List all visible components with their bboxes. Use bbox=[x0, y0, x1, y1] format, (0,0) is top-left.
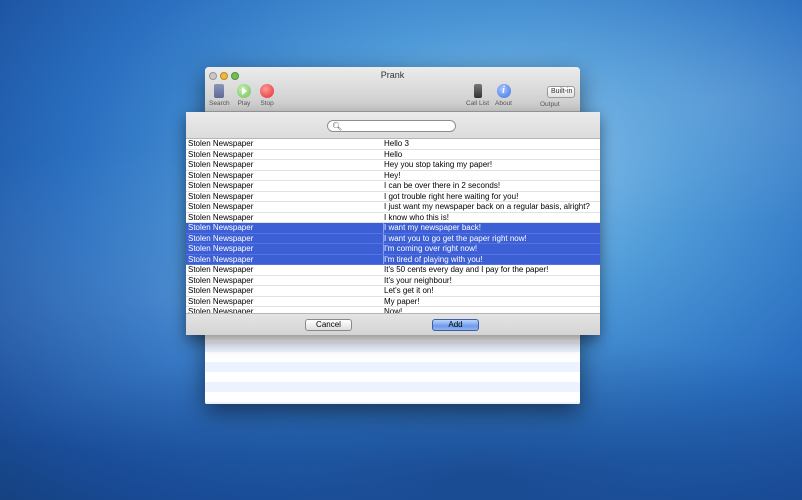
table-row[interactable]: Stolen Newspaper I can be over there in 2… bbox=[186, 181, 600, 192]
search-icon bbox=[214, 84, 225, 98]
output-label: Output bbox=[540, 101, 560, 108]
table-row[interactable]: Stolen Newspaper Hello bbox=[186, 149, 600, 160]
category-cell: Stolen Newspaper bbox=[188, 139, 254, 148]
table-row[interactable]: Stolen Newspaper I want my newspaper back… bbox=[186, 223, 600, 234]
stop-button[interactable]: Stop bbox=[260, 84, 274, 107]
magnifier-icon: 🔍︎ bbox=[332, 122, 343, 131]
window-titlebar: Prank Search Play Stop Call List i About… bbox=[205, 67, 580, 112]
category-cell: Stolen Newspaper bbox=[188, 149, 254, 159]
table-row[interactable]: Stolen Newspaper Let's get it on! bbox=[186, 286, 600, 297]
window-title: Prank bbox=[380, 70, 405, 80]
phrase-cell: Hey you stop taking my paper! bbox=[384, 160, 493, 169]
table-row[interactable]: Stolen Newspaper I got trouble right here… bbox=[186, 191, 600, 202]
table-row[interactable]: Stolen Newspaper Hello 3 bbox=[186, 139, 600, 150]
call-list-button[interactable]: Call List bbox=[466, 84, 489, 107]
phrase-table[interactable]: Stolen Newspaper Hello 3 Stolen Newspaper H… bbox=[186, 139, 600, 313]
phrase-cell: It's 50 cents every day and I pay for th… bbox=[384, 265, 549, 274]
phrase-cell: I just want my newspaper back on a regul… bbox=[384, 202, 590, 211]
phrase-cell: Hey! bbox=[384, 170, 401, 180]
phrase-picker-sheet: 🔍︎ Stolen Newspaper Hello 3 Stolen Newspap… bbox=[186, 112, 600, 335]
stop-label: Stop bbox=[260, 100, 274, 107]
category-cell: Stolen Newspaper bbox=[186, 223, 384, 233]
about-label: About bbox=[495, 100, 512, 107]
info-icon: i bbox=[496, 84, 511, 98]
category-cell: Stolen Newspaper bbox=[188, 170, 254, 180]
background-table bbox=[205, 332, 580, 404]
category-cell: Stolen Newspaper bbox=[188, 286, 254, 295]
about-button[interactable]: i About bbox=[495, 84, 512, 107]
phrase-cell: I can be over there in 2 seconds! bbox=[384, 181, 501, 190]
output-select[interactable]: Built-in O... bbox=[547, 86, 575, 98]
phrase-cell: It's your neighbour! bbox=[384, 275, 452, 285]
phrase-cell: Hello 3 bbox=[384, 139, 409, 148]
table-row[interactable]: Stolen Newspaper My paper! bbox=[186, 296, 600, 307]
category-cell: Stolen Newspaper bbox=[188, 160, 254, 169]
category-cell: Stolen Newspaper bbox=[186, 233, 384, 243]
table-row[interactable]: Stolen Newspaper I'm coming over right no… bbox=[186, 244, 600, 255]
table-row[interactable]: Stolen Newspaper I'm tired of playing wit… bbox=[186, 254, 600, 265]
table-row[interactable]: Stolen Newspaper I want you to go get the… bbox=[186, 233, 600, 244]
table-row[interactable]: Stolen Newspaper I just want my newspaper… bbox=[186, 202, 600, 213]
stop-icon bbox=[260, 84, 274, 98]
play-icon bbox=[237, 84, 251, 98]
call-list-label: Call List bbox=[466, 100, 490, 107]
phrase-cell: I got trouble right here waiting for you… bbox=[384, 191, 519, 201]
cancel-button[interactable]: Cancel bbox=[305, 319, 352, 331]
category-cell: Stolen Newspaper bbox=[186, 254, 384, 264]
sheet-footer: Cancel Add bbox=[186, 313, 600, 335]
play-label: Play bbox=[237, 100, 251, 107]
category-cell: Stolen Newspaper bbox=[186, 244, 384, 254]
phrase-cell: Let's get it on! bbox=[384, 286, 434, 295]
sheet-header: 🔍︎ bbox=[186, 112, 600, 139]
category-cell: Stolen Newspaper bbox=[188, 265, 254, 274]
table-row[interactable]: Stolen Newspaper It's your neighbour! bbox=[186, 275, 600, 286]
phone-icon bbox=[473, 84, 482, 98]
category-cell: Stolen Newspaper bbox=[188, 181, 254, 190]
category-cell: Stolen Newspaper bbox=[188, 202, 254, 211]
phrase-cell: I'm tired of playing with you! bbox=[384, 254, 483, 264]
phrase-cell: Hello bbox=[384, 149, 403, 159]
search-field[interactable]: 🔍︎ bbox=[327, 120, 456, 132]
search-input[interactable] bbox=[342, 121, 450, 131]
category-cell: Stolen Newspaper bbox=[188, 296, 254, 306]
phrase-cell: I want my newspaper back! bbox=[384, 223, 481, 232]
category-cell: Stolen Newspaper bbox=[188, 212, 254, 222]
table-row[interactable]: Stolen Newspaper Hey you stop taking my p… bbox=[186, 160, 600, 171]
table-row[interactable]: Stolen Newspaper It's 50 cents every day … bbox=[186, 265, 600, 276]
phrase-cell: I'm coming over right now! bbox=[384, 244, 478, 253]
table-row[interactable]: Stolen Newspaper Hey! bbox=[186, 170, 600, 181]
search-toolbar-button[interactable]: Search bbox=[209, 84, 230, 107]
add-button[interactable]: Add bbox=[432, 319, 479, 331]
phrase-cell: My paper! bbox=[384, 296, 420, 306]
play-button[interactable]: Play bbox=[237, 84, 251, 107]
category-cell: Stolen Newspaper bbox=[188, 275, 254, 285]
phrase-cell: I know who this is! bbox=[384, 212, 449, 222]
category-cell: Stolen Newspaper bbox=[188, 191, 254, 201]
search-toolbar-label: Search bbox=[209, 100, 230, 107]
phrase-cell: I want you to go get the paper right now… bbox=[384, 233, 527, 243]
table-row[interactable]: Stolen Newspaper I know who this is! bbox=[186, 212, 600, 223]
